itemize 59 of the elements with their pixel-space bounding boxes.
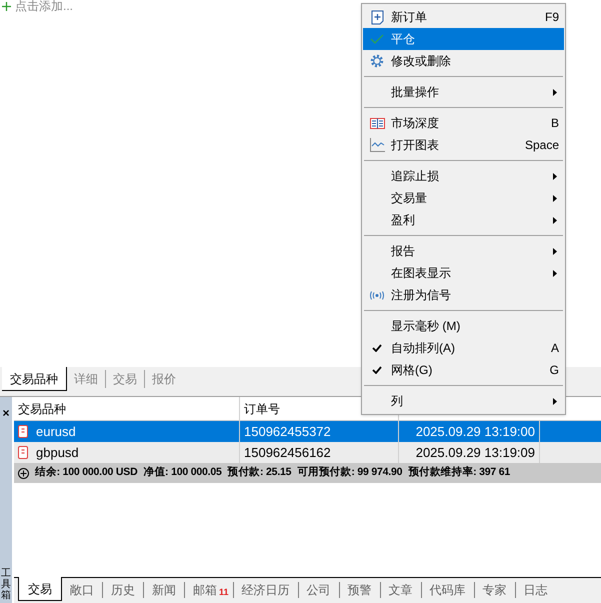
- menu-item[interactable]: 自动排列(A) A: [363, 337, 564, 359]
- table-row[interactable]: eurusd 150962455372 2025.09.29 13:19:00: [14, 421, 601, 442]
- submenu-arrow-icon: [553, 88, 557, 96]
- submenu-arrow-icon: [553, 248, 557, 254]
- menu-item[interactable]: 在图表显示: [363, 262, 564, 284]
- settings-icon: [370, 54, 384, 68]
- close-icon[interactable]: ×: [2, 407, 10, 419]
- panel-tab[interactable]: 交易: [105, 370, 144, 388]
- summary-text: 结余: 100 000.00 USD: [35, 465, 138, 480]
- menu-item[interactable]: 平仓: [363, 28, 564, 50]
- menu-item[interactable]: 注册为信号: [363, 284, 564, 306]
- submenu-arrow-icon: [553, 270, 557, 276]
- signal-icon: [369, 290, 385, 300]
- menu-item[interactable]: 网格(G) G: [363, 359, 564, 381]
- menu-item[interactable]: 交易量: [363, 187, 564, 209]
- bottom-tab[interactable]: 交易: [18, 577, 62, 601]
- menu-item[interactable]: 盈利: [363, 209, 564, 231]
- line-chart-icon: [370, 138, 384, 152]
- bottom-tab[interactable]: 敞口: [62, 582, 102, 598]
- menu-item[interactable]: 批量操作: [363, 81, 564, 103]
- summary-text: 预付款维持率: 397 61: [408, 465, 510, 480]
- symbol-text: eurusd: [36, 422, 76, 441]
- panel-tab[interactable]: 交易品种: [2, 367, 67, 391]
- menu-item[interactable]: 修改或删除: [363, 50, 564, 72]
- menu-item[interactable]: 打开图表 Space: [363, 134, 564, 156]
- summary-text: 预付款: 25.15: [228, 465, 292, 480]
- menu-item[interactable]: 报告: [363, 240, 564, 262]
- plus-icon: [2, 2, 11, 10]
- column-header[interactable]: 交易品种: [14, 397, 240, 420]
- bottom-tab[interactable]: 代码库: [420, 582, 474, 598]
- checkmark-icon: [372, 366, 382, 374]
- bottom-tab[interactable]: 预警: [338, 582, 380, 598]
- table-row[interactable]: gbpusd 150962456162 2025.09.29 13:19:09: [14, 442, 601, 463]
- submenu-arrow-icon: [553, 194, 557, 202]
- submenu-arrow-icon: [553, 216, 557, 224]
- order-icon: [18, 446, 28, 459]
- bottom-tab[interactable]: 经济日历: [232, 582, 298, 598]
- table-icon: [370, 118, 384, 128]
- bottom-tab[interactable]: 专家: [474, 582, 515, 598]
- checkmark-icon: [372, 344, 382, 352]
- bottom-tab[interactable]: 公司: [298, 582, 339, 598]
- expand-icon[interactable]: [18, 468, 29, 478]
- menu-item[interactable]: 追踪止损: [363, 165, 564, 187]
- new-document-icon: [370, 10, 384, 24]
- menu-item[interactable]: 新订单 F9: [363, 6, 564, 28]
- summary-text: 净值: 100 000.05: [143, 465, 222, 480]
- order-icon: [18, 425, 28, 438]
- bottom-tab[interactable]: 文章: [380, 582, 421, 598]
- submenu-arrow-icon: [553, 172, 557, 180]
- menu-item[interactable]: 市场深度 B: [363, 112, 564, 134]
- symbol-text: gbpusd: [36, 444, 79, 462]
- summary-text: 可用预付款: 99 974.90: [297, 465, 402, 480]
- check-icon: [370, 34, 384, 44]
- bottom-tab[interactable]: 日志: [514, 582, 556, 598]
- submenu-arrow-icon: [553, 398, 557, 404]
- toolbox-label[interactable]: 工具箱: [1, 568, 11, 601]
- menu-item[interactable]: 显示毫秒 (M): [363, 315, 564, 337]
- bottom-tab[interactable]: 新闻: [143, 582, 184, 598]
- bottom-tab[interactable]: 历史: [102, 582, 143, 598]
